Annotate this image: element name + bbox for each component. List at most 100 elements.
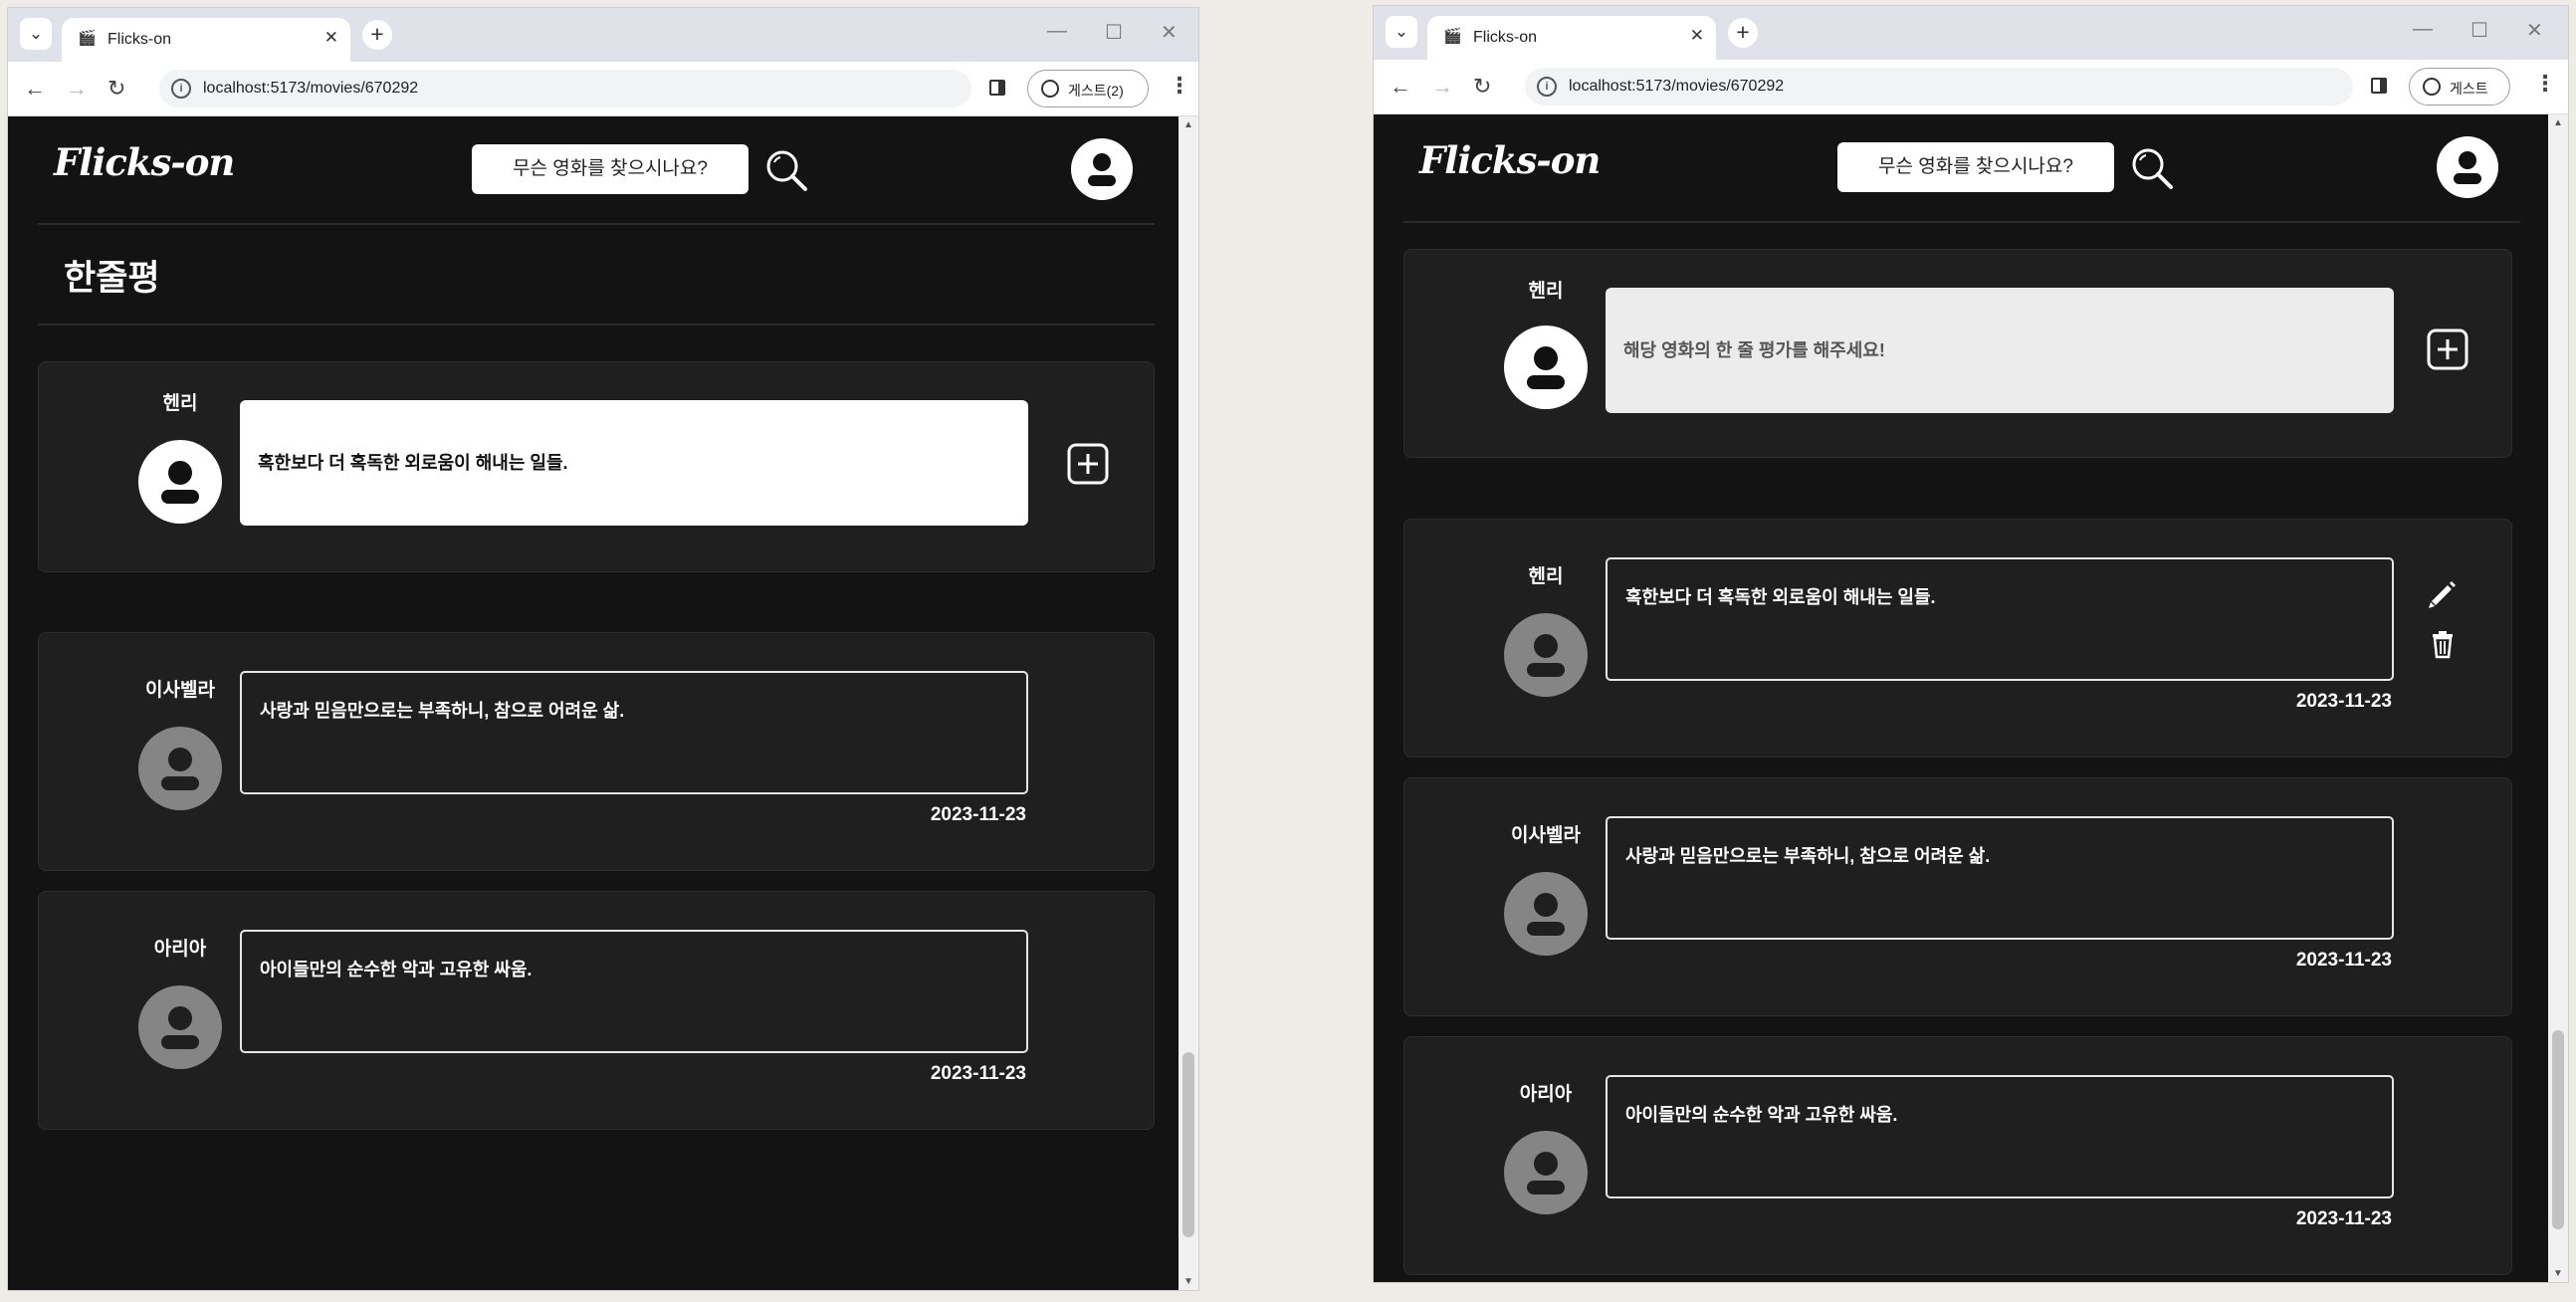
scroll-down-icon[interactable]: ▼ <box>2553 1268 2563 1279</box>
browser-toolbar: ← → ↻ i localhost:5173/movies/670292 게스트… <box>8 62 1198 116</box>
scroll-down-icon[interactable]: ▼ <box>1183 1276 1193 1287</box>
profile-button[interactable]: 게스트(2) <box>1027 70 1149 108</box>
site-info-icon[interactable]: i <box>1537 77 1557 97</box>
page-viewport: Flicks-on 한줄평 헨리 <box>8 116 1198 1290</box>
address-bar[interactable]: i localhost:5173/movies/670292 <box>159 70 971 108</box>
new-tab-button[interactable]: + <box>1728 18 1758 48</box>
forward-icon[interactable]: → <box>66 76 88 102</box>
profile-button[interactable]: 게스트 <box>2409 68 2510 106</box>
maximize-icon[interactable]: ☐ <box>1105 20 1123 45</box>
browser-tab[interactable]: 🎬 Flicks-on ✕ <box>62 18 350 62</box>
avatar <box>138 727 222 810</box>
review-username: 헨리 <box>1528 281 1564 302</box>
browser-tab[interactable]: 🎬 Flicks-on ✕ <box>1427 16 1716 60</box>
close-window-icon[interactable]: ✕ <box>1161 20 1178 45</box>
review-username: 아리아 <box>1519 1084 1573 1105</box>
avatar <box>1504 613 1588 697</box>
site-info-icon[interactable]: i <box>171 79 191 99</box>
scroll-up-icon[interactable]: ▲ <box>1183 119 1193 130</box>
tab-title: Flicks-on <box>1473 29 1538 46</box>
scrollbar-thumb[interactable] <box>1182 1052 1194 1237</box>
search-input[interactable] <box>472 144 749 194</box>
page-viewport: Flicks-on 헨리 해당 <box>1374 114 2568 1282</box>
avatar <box>1504 1131 1588 1214</box>
review-date: 2023-11-23 <box>930 804 1026 825</box>
user-icon <box>161 748 199 790</box>
review-text: 아이들만의 순수한 악과 고유한 싸움. <box>240 930 1028 1053</box>
user-avatar-button[interactable] <box>1071 138 1133 200</box>
review-card: 헨리 혹한보다 더 혹독한 외로움이 해내는 일들. 2023-11-23 <box>1403 519 2512 758</box>
close-window-icon[interactable]: ✕ <box>2526 18 2543 43</box>
maximize-icon[interactable]: ☐ <box>2470 18 2488 43</box>
tab-search-dropdown[interactable]: ⌄ <box>20 18 52 50</box>
minimize-icon[interactable]: — <box>2413 18 2433 41</box>
review-text: 아이들만의 순수한 악과 고유한 싸움. <box>1606 1075 2394 1198</box>
search-input[interactable] <box>1837 142 2114 192</box>
review-date: 2023-11-23 <box>2295 691 2392 712</box>
my-review-card: 헨리 혹한보다 더 혹독한 외로움이 해내는 일들. <box>38 361 1155 572</box>
site-header: Flicks-on <box>38 116 1155 225</box>
back-icon[interactable]: ← <box>1390 74 1411 100</box>
user-avatar-button[interactable] <box>2437 136 2498 198</box>
add-square-icon[interactable] <box>1066 442 1110 486</box>
address-bar[interactable]: i localhost:5173/movies/670292 <box>1525 68 2353 106</box>
user-icon <box>1527 634 1565 677</box>
user-icon <box>1088 153 1116 186</box>
review-text: 사랑과 믿음만으로는 부족하니, 참으로 어려운 삶. <box>240 671 1028 794</box>
trash-icon[interactable] <box>2426 627 2460 661</box>
browser-toolbar: ← → ↻ i localhost:5173/movies/670292 게스트… <box>1374 60 2568 114</box>
review-text: 사랑과 믿음만으로는 부족하니, 참으로 어려운 삶. <box>1606 816 2394 940</box>
side-panel-icon[interactable] <box>2371 78 2387 94</box>
user-icon <box>161 461 199 504</box>
profile-label: 게스트(2) <box>1068 83 1124 99</box>
avatar <box>1504 872 1588 956</box>
browser-window-left: ⌄ 🎬 Flicks-on ✕ + — ☐ ✕ ← → ↻ i localhos… <box>8 8 1198 1290</box>
section-title: 한줄평 <box>64 259 160 298</box>
review-card: 아리아 아이들만의 순수한 악과 고유한 싸움. 2023-11-23 <box>38 891 1155 1130</box>
section-divider <box>38 324 1155 326</box>
scrollbar[interactable]: ▲ ▼ <box>2548 114 2568 1282</box>
user-icon <box>1527 893 1565 936</box>
review-input[interactable]: 혹한보다 더 혹독한 외로움이 해내는 일들. <box>240 400 1028 526</box>
site-logo[interactable]: Flicks-on <box>1419 138 1601 182</box>
site-header: Flicks-on <box>1403 114 2520 223</box>
menu-icon[interactable]: ⋮ <box>1169 73 1190 99</box>
close-tab-icon[interactable]: ✕ <box>1690 26 1704 46</box>
close-tab-icon[interactable]: ✕ <box>324 28 338 48</box>
minimize-icon[interactable]: — <box>1047 20 1067 43</box>
side-panel-icon[interactable] <box>989 80 1005 96</box>
add-square-icon[interactable] <box>2426 327 2469 371</box>
review-input[interactable]: 해당 영화의 한 줄 평가를 해주세요! <box>1606 288 2394 413</box>
menu-icon[interactable]: ⋮ <box>2534 71 2556 97</box>
review-text: 혹한보다 더 혹독한 외로움이 해내는 일들. <box>1606 557 2394 681</box>
review-username: 이사벨라 <box>145 680 215 701</box>
pencil-icon[interactable] <box>2426 577 2460 611</box>
review-username: 이사벨라 <box>1511 825 1581 846</box>
search-icon[interactable] <box>764 148 808 192</box>
reload-icon[interactable]: ↻ <box>107 76 125 102</box>
review-card: 이사벨라 사랑과 믿음만으로는 부족하니, 참으로 어려운 삶. 2023-11… <box>38 632 1155 871</box>
profile-icon <box>1041 80 1059 98</box>
new-review-card: 헨리 해당 영화의 한 줄 평가를 해주세요! <box>1403 249 2512 458</box>
url-text: localhost:5173/movies/670292 <box>203 80 419 97</box>
new-tab-button[interactable]: + <box>362 20 392 50</box>
scrollbar[interactable]: ▲ ▼ <box>1179 116 1198 1290</box>
avatar <box>1504 326 1588 409</box>
back-icon[interactable]: ← <box>24 76 46 102</box>
browser-window-right: ⌄ 🎬 Flicks-on ✕ + — ☐ ✕ ← → ↻ i localhos… <box>1374 6 2568 1282</box>
review-username: 헨리 <box>162 393 198 414</box>
tab-search-dropdown[interactable]: ⌄ <box>1386 16 1417 48</box>
reload-icon[interactable]: ↻ <box>1473 74 1491 100</box>
avatar <box>138 440 222 524</box>
search-icon[interactable] <box>2130 146 2174 190</box>
forward-icon[interactable]: → <box>1431 74 1453 100</box>
site-logo[interactable]: Flicks-on <box>54 140 235 184</box>
user-icon <box>2454 151 2481 184</box>
review-username: 아리아 <box>153 939 207 960</box>
scroll-up-icon[interactable]: ▲ <box>2553 117 2563 128</box>
scrollbar-thumb[interactable] <box>2552 1030 2564 1229</box>
profile-label: 게스트 <box>2450 81 2488 97</box>
tab-bar: ⌄ 🎬 Flicks-on ✕ + — ☐ ✕ <box>1374 6 2568 60</box>
review-date: 2023-11-23 <box>2295 1208 2392 1229</box>
tab-bar: ⌄ 🎬 Flicks-on ✕ + — ☐ ✕ <box>8 8 1198 62</box>
